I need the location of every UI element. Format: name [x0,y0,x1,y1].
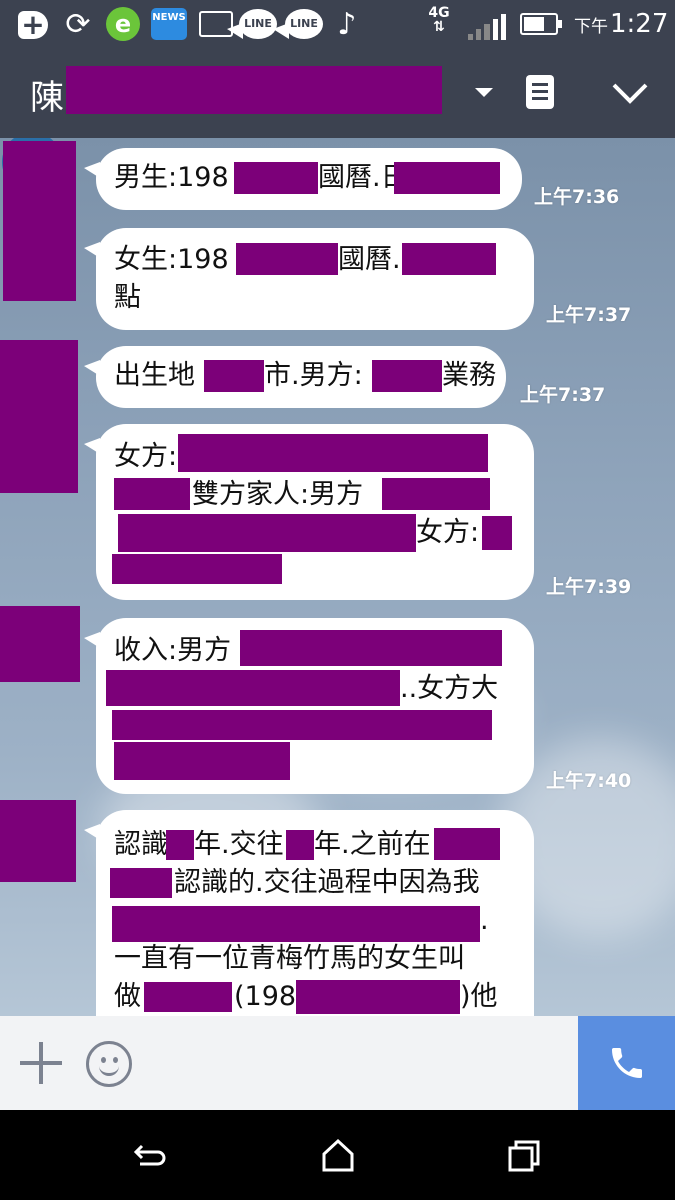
message-bubble[interactable]: 出生地 市.男方: 業務 [84,346,506,408]
redaction-block [112,554,282,584]
message-text: 一直有一位青梅竹馬的女生叫 [114,943,465,974]
redaction-block [166,830,194,860]
redaction-block [382,478,490,510]
add-attachment-button[interactable] [20,1042,62,1084]
message-time: 上午7:37 [546,304,632,326]
browser-e-icon: e [104,7,142,41]
message-text: 女方: [416,517,480,548]
message-time: 上午7:37 [520,384,606,406]
message-text: 認識的.交往過程中因為我 [174,867,480,898]
emoji-button[interactable] [86,1041,132,1087]
chevron-down-icon[interactable] [608,73,652,113]
phone-icon [611,1048,642,1078]
message-text: 國曆. [338,244,401,275]
signal-icon [468,12,507,40]
redaction-block [114,742,290,780]
redaction-block [482,516,512,550]
network-type: 4G ⇅ [428,5,450,35]
message-text: 做 [114,981,141,1012]
redaction-block [112,710,492,740]
notes-icon[interactable] [526,75,554,109]
message-text: )他 [460,981,498,1012]
redaction-block [112,906,480,942]
message-bubble[interactable]: 女方: 雙方家人:男方 女方: [84,424,534,600]
redaction-block [114,478,190,510]
message-text: 雙方家人:男方 [192,479,364,510]
news-app-icon: NEWS [150,8,188,40]
sync-icon: ⟳ [65,6,91,42]
redaction-block [236,243,338,275]
message-text: 點 [114,282,141,313]
call-button[interactable] [578,1016,675,1110]
input-bar [0,1016,675,1110]
avatar-redaction [3,141,76,301]
redaction-block [178,434,488,472]
status-bar: + ⟳ e NEWS LINE LINE ♪ 4G ⇅ 下午 1:27 [0,0,675,48]
message-text: 女生:198 [114,244,229,275]
chat-header: 陳 [0,48,675,138]
message-bubble[interactable]: 收入:男方 ..女方大 [84,618,534,794]
message-bubble[interactable]: 認識 年.交往 年.之前在 認識的.交往過程中因為我 . 一直有一位青梅竹馬的女… [84,810,534,1016]
back-icon[interactable] [130,1136,170,1176]
message-text: 出生地 [114,360,195,391]
message-text: 男生:198 [114,162,229,193]
line-notification-icon: LINE [273,8,324,40]
clock-time: 1:27 [610,9,669,39]
redaction-block [144,982,232,1012]
redaction-block [204,360,264,392]
avatar-redaction [0,606,80,682]
redaction-block [118,514,416,552]
message-text: 市.男方: [264,360,363,391]
message-text: 年.之前在 [314,829,431,860]
message-text: . [480,905,489,936]
redaction-block [394,162,500,194]
redaction-block [110,868,172,898]
redaction-block [296,980,460,1014]
clock-ampm: 下午 [574,16,608,37]
message-time: 上午7:40 [546,770,632,792]
chat-title-text: 陳 [30,78,64,118]
avatar-redaction [0,340,78,493]
navigation-bar [0,1110,675,1200]
message-text: (198 [234,981,297,1012]
line-notification-icon: LINE [227,8,278,40]
redaction-block [434,828,500,860]
message-text: 業務 [442,360,496,391]
redaction-block [372,360,442,392]
redaction-block [66,66,442,114]
chat-title[interactable]: 陳 [30,70,64,119]
redaction-block [286,830,314,860]
message-text: 認識 [114,829,168,860]
dropdown-arrow-icon[interactable] [470,78,498,106]
message-text: ..女方大 [400,673,499,704]
avatar-redaction [0,800,76,882]
clock: 下午 1:27 [574,6,668,42]
message-text: 收入:男方 [114,635,232,666]
redaction-block [240,630,502,666]
message-bubble[interactable]: 男生:198 國曆.日 [84,148,522,210]
battery-icon [518,8,562,40]
redaction-block [234,162,318,194]
add-notification-icon: + [16,8,50,42]
recent-apps-icon[interactable] [504,1136,544,1176]
message-bubble[interactable]: 女生:198 國曆. 點 [84,228,534,330]
message-time: 上午7:36 [534,186,620,208]
chat-area[interactable]: 男生:198 國曆.日 上午7:36 女生:198 國曆. 點 上午7:37 出… [0,138,675,1016]
message-text: 女方: [114,441,178,472]
music-icon: ♪ [337,6,357,42]
message-text: 年.交往 [194,829,284,860]
redaction-block [402,243,496,275]
message-time: 上午7:39 [546,576,632,598]
home-icon[interactable] [318,1136,358,1176]
redaction-block [106,670,400,706]
